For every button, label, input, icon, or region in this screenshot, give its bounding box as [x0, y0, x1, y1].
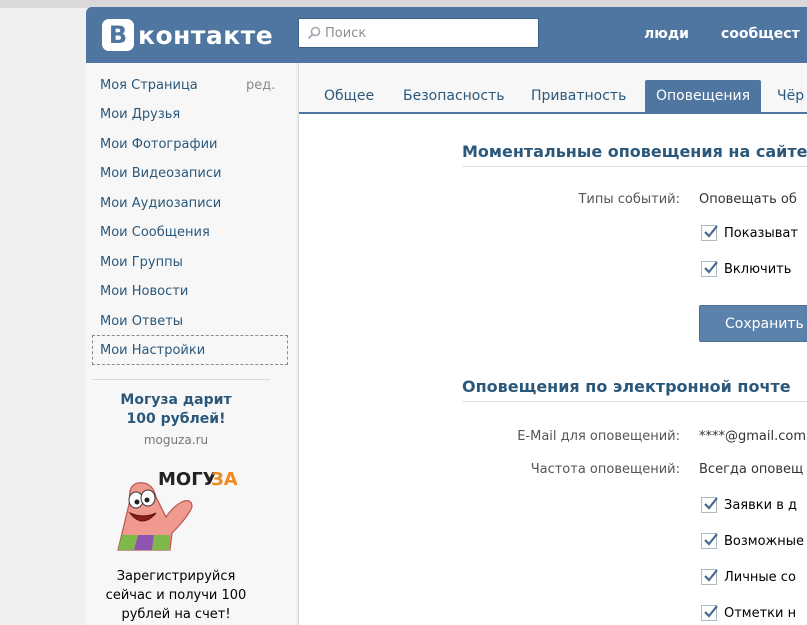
section-divider	[462, 166, 807, 167]
page: В контакте люди сообщест ред. Моя Страни…	[0, 0, 807, 625]
checkbox-label: Включить	[724, 261, 792, 277]
ad-title-line-2: 100 рублей!	[126, 411, 226, 427]
ad-text[interactable]: Зарегистрируйся сейчас и получи 100 рубл…	[86, 567, 266, 624]
edit-menu-link[interactable]: ред.	[246, 78, 275, 93]
ad-title-line-1: Могуза дарит	[120, 392, 232, 408]
checkbox-checked[interactable]	[701, 569, 718, 585]
logo-letter: В	[102, 19, 134, 51]
sidebar-item-messages[interactable]: Мои Сообщения	[100, 225, 210, 240]
checkbox-checked[interactable]	[701, 225, 718, 241]
instant-option-enable[interactable]: Включить	[701, 259, 791, 279]
section-title-email: Оповещения по электронной почте	[462, 377, 791, 396]
sidebar-item-news[interactable]: Мои Новости	[100, 284, 188, 299]
tab-security[interactable]: Безопасность	[403, 80, 504, 112]
sidebar-item-answers[interactable]: Мои Ответы	[100, 314, 183, 329]
left-sidebar: ред. Моя Страница Мои Друзья Мои Фотогра…	[86, 63, 296, 625]
checkbox-label: Отметки н	[724, 605, 797, 621]
email-option-tags[interactable]: Отметки н	[701, 603, 796, 623]
nav-link-people[interactable]: люди	[644, 26, 689, 42]
email-option-messages[interactable]: Личные со	[701, 567, 796, 587]
site-logo[interactable]: В контакте	[102, 18, 273, 52]
ad-patrick-star-image[interactable]: МОГУ ЗА	[108, 455, 248, 555]
checkbox-label: Возможные	[724, 533, 805, 549]
site-header: В контакте люди сообщест	[86, 7, 807, 63]
nav-link-communities[interactable]: сообщест	[721, 26, 800, 42]
checkbox-checked[interactable]	[701, 497, 718, 513]
logo-text: контакте	[138, 20, 274, 50]
sidebar-item-my-page[interactable]: Моя Страница	[100, 78, 198, 93]
section-divider	[462, 401, 807, 402]
sidebar-item-friends[interactable]: Мои Друзья	[100, 107, 180, 122]
checkbox-checked[interactable]	[701, 605, 718, 621]
checkbox-checked[interactable]	[701, 261, 718, 277]
checkbox-label: Заявки в д	[724, 497, 797, 513]
checkbox-checked[interactable]	[701, 533, 718, 549]
frequency-label: Частота оповещений:	[530, 462, 680, 477]
ad-logo-text: МОГУ	[158, 469, 217, 490]
sidebar-item-audio[interactable]: Мои Аудиозаписи	[100, 196, 221, 211]
search-box[interactable]	[298, 18, 539, 48]
checkbox-label: Показыват	[724, 225, 798, 241]
tab-general[interactable]: Общее	[324, 80, 374, 112]
email-address-value: ****@gmail.com	[699, 429, 807, 444]
settings-main: Общее Безопасность Приватность Оповещени…	[298, 63, 807, 625]
section-title-instant: Моментальные оповещения на сайте	[462, 142, 807, 161]
sidebar-item-videos[interactable]: Мои Видеозаписи	[100, 166, 221, 181]
sidebar-divider	[92, 379, 270, 380]
tab-privacy[interactable]: Приватность	[531, 80, 626, 112]
ad-text-line-3: рублей на счет!	[121, 607, 231, 622]
checkbox-label: Личные со	[724, 569, 796, 585]
tab-notifications[interactable]: Оповещения	[645, 80, 762, 112]
tab-blacklist[interactable]: Чёр	[777, 80, 804, 112]
sidebar-item-settings[interactable]: Мои Настройки	[100, 343, 205, 358]
ad-domain: moguza.ru	[143, 433, 209, 447]
instant-option-show[interactable]: Показыват	[701, 223, 798, 243]
sidebar-item-photos[interactable]: Мои Фотографии	[100, 137, 217, 152]
ad-text-line-2: сейчас и получи 100	[105, 588, 247, 603]
event-types-value[interactable]: Оповещать об	[699, 192, 797, 207]
email-address-label: E-Mail для оповещений:	[517, 429, 680, 444]
ad-title[interactable]: Могуза дарит 100 рублей!	[86, 391, 266, 429]
svg-text:ЗА: ЗА	[211, 469, 238, 490]
email-option-possible[interactable]: Возможные	[701, 531, 804, 551]
settings-tabs: Общее Безопасность Приватность Оповещени…	[299, 63, 807, 114]
frequency-value[interactable]: Всегда оповещ	[699, 462, 803, 477]
save-button[interactable]: Сохранить	[699, 305, 807, 342]
ad-text-line-1: Зарегистрируйся	[116, 569, 236, 584]
search-icon	[307, 26, 321, 40]
sidebar-item-groups[interactable]: Мои Группы	[100, 255, 183, 270]
email-option-requests[interactable]: Заявки в д	[701, 495, 797, 515]
event-types-label: Типы событий:	[578, 192, 680, 207]
search-input[interactable]	[325, 25, 525, 41]
